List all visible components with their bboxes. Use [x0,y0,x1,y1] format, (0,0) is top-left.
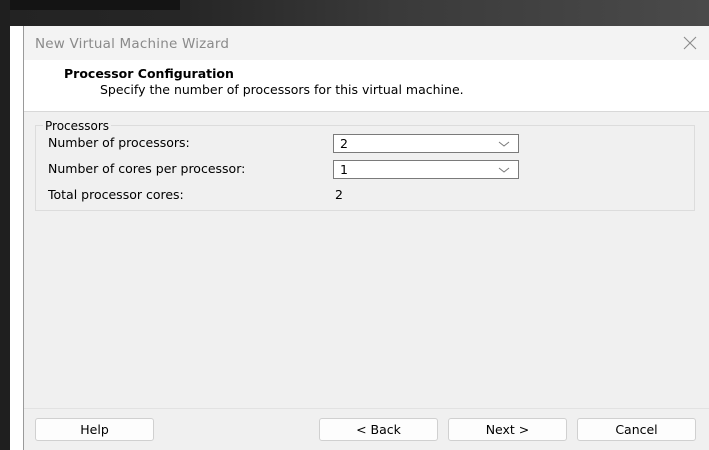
help-button[interactable]: Help [35,418,154,441]
wizard-dialog: New Virtual Machine Wizard Processor Con… [23,26,709,450]
next-button[interactable]: Next > [448,418,567,441]
total-cores-label: Total processor cores: [48,187,184,202]
window-title: New Virtual Machine Wizard [35,36,230,52]
close-button[interactable] [679,33,701,53]
processors-group: Processors Number of processors: 2 Numbe… [35,119,695,211]
chevron-down-icon [498,141,510,147]
cores-per-processor-select[interactable]: 1 [333,160,519,179]
background-dark-tab [10,0,180,10]
page-title: Processor Configuration [64,66,234,81]
cores-per-processor-label: Number of cores per processor: [48,161,246,176]
num-processors-value: 2 [340,136,348,151]
dialog-titlebar: New Virtual Machine Wizard [24,26,709,60]
num-processors-label: Number of processors: [48,135,190,150]
wizard-header-panel: Processor Configuration Specify the numb… [24,60,709,112]
dialog-footer: Help < Back Next > Cancel [24,408,709,450]
processors-group-label: Processors [43,119,112,133]
cores-per-processor-value: 1 [340,162,348,177]
chevron-down-icon [498,167,510,173]
cancel-button[interactable]: Cancel [577,418,696,441]
num-processors-select[interactable]: 2 [333,134,519,153]
background-left-strip [0,0,10,450]
total-cores-value: 2 [335,187,343,202]
page-subtitle: Specify the number of processors for thi… [100,82,464,97]
background-top-strip [10,0,709,26]
back-button[interactable]: < Back [319,418,438,441]
close-icon [683,36,697,50]
